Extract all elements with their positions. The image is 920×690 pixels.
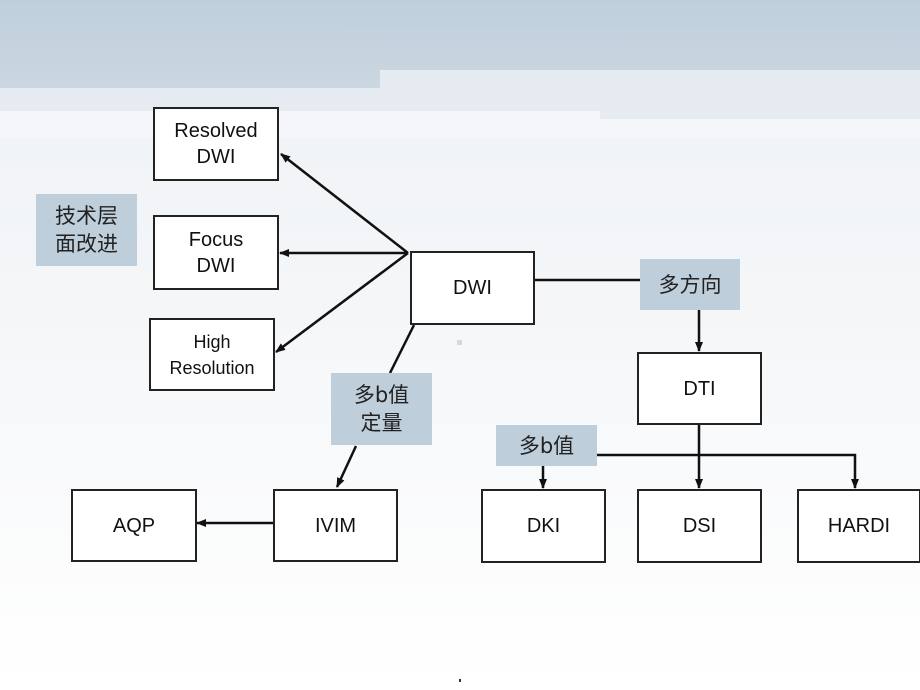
arrow-multib-ivim — [335, 445, 358, 488]
node-dsi: DSI — [637, 489, 762, 563]
node-dki: DKI — [481, 489, 606, 563]
decorative-dot — [459, 679, 461, 682]
arrow-dwi-resolved — [280, 153, 409, 254]
arrow-dwi-highres — [275, 252, 409, 353]
node-focus-dwi: Focus DWI — [153, 215, 279, 290]
arrow-multib-hardi — [597, 453, 859, 489]
node-hardi: HARDI — [797, 489, 920, 563]
decorative-dot — [457, 340, 462, 345]
label-technical-improvement: 技术层 面改进 — [36, 194, 137, 266]
label-multi-b-quant: 多b值 定量 — [331, 373, 432, 445]
label-multi-direction: 多方向 — [640, 259, 740, 310]
label-multi-b: 多b值 — [496, 425, 597, 466]
line-dwi-multib — [388, 324, 416, 374]
node-dwi: DWI — [410, 251, 535, 325]
node-ivim: IVIM — [273, 489, 398, 562]
node-dti: DTI — [637, 352, 762, 425]
node-resolved-dwi: Resolved DWI — [153, 107, 279, 181]
node-aqp: AQP — [71, 489, 197, 562]
node-high-resolution: High Resolution — [149, 318, 275, 391]
connectors — [196, 153, 859, 527]
